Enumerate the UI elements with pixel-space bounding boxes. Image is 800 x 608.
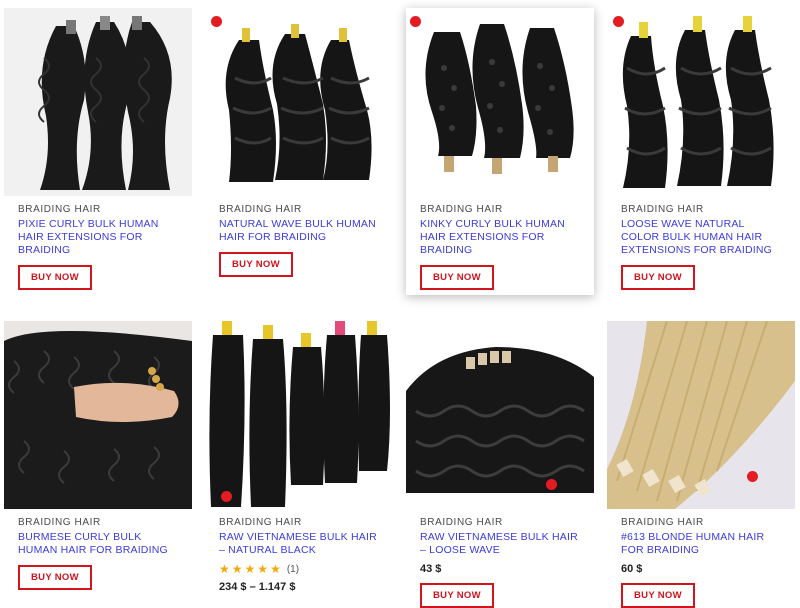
product-image[interactable] [607, 321, 795, 509]
product-card: BRAIDING HAIR BURMESE CURLY BULK HUMAN H… [4, 321, 192, 590]
product-image[interactable] [205, 321, 393, 509]
star-icon: ★ [270, 562, 281, 576]
product-image[interactable] [4, 8, 192, 196]
brand-logo-icon [211, 16, 222, 27]
buy-now-button[interactable]: BUY NOW [621, 265, 695, 290]
product-title-link[interactable]: BURMESE CURLY BULK HUMAN HAIR FOR BRAIDI… [18, 531, 178, 557]
product-image[interactable] [406, 8, 594, 196]
star-icon: ★ [219, 562, 230, 576]
product-category: BRAIDING HAIR [621, 204, 704, 215]
product-card: BRAIDING HAIR RAW VIETNAMESE BULK HAIR –… [406, 321, 594, 608]
product-card: BRAIDING HAIR LOOSE WAVE NATURAL COLOR B… [607, 8, 795, 290]
brand-logo-icon [747, 471, 758, 482]
product-category: BRAIDING HAIR [18, 204, 101, 215]
product-grid: BRAIDING HAIR PIXIE CURLY BULK HUMAN HAI… [0, 0, 800, 608]
star-icon: ★ [244, 562, 256, 576]
product-category: BRAIDING HAIR [420, 517, 503, 528]
product-price: 234 $ – 1.147 $ [219, 581, 296, 593]
buy-now-button[interactable]: BUY NOW [219, 252, 293, 277]
buy-now-button[interactable]: BUY NOW [18, 565, 92, 590]
star-icon: ★ [257, 562, 269, 576]
product-category: BRAIDING HAIR [219, 204, 302, 215]
product-category: BRAIDING HAIR [420, 204, 503, 215]
brand-logo-icon [410, 16, 421, 27]
product-card: BRAIDING HAIR KINKY CURLY BULK HUMAN HAI… [406, 8, 594, 295]
brand-logo-icon [546, 479, 557, 490]
product-category: BRAIDING HAIR [621, 517, 704, 528]
brand-logo-icon [613, 16, 624, 27]
product-image[interactable] [607, 8, 795, 196]
buy-now-button[interactable]: BUY NOW [420, 265, 494, 290]
product-title-link[interactable]: RAW VIETNAMESE BULK HAIR – LOOSE WAVE [420, 531, 580, 557]
product-category: BRAIDING HAIR [18, 517, 101, 528]
brand-logo-icon [221, 491, 232, 502]
product-title-link[interactable]: NATURAL WAVE BULK HUMAN HAIR FOR BRAIDIN… [219, 218, 379, 244]
product-title-link[interactable]: PIXIE CURLY BULK HUMAN HAIR EXTENSIONS F… [18, 218, 178, 257]
product-image[interactable] [4, 321, 192, 509]
product-title-link[interactable]: RAW VIETNAMESE BULK HAIR – NATURAL BLACK [219, 531, 379, 557]
product-title-link[interactable]: #613 BLONDE HUMAN HAIR FOR BRAIDING [621, 531, 781, 557]
buy-now-button[interactable]: BUY NOW [621, 583, 695, 608]
product-card: BRAIDING HAIR RAW VIETNAMESE BULK HAIR –… [205, 321, 393, 593]
buy-now-button[interactable]: BUY NOW [18, 265, 92, 290]
buy-now-button[interactable]: BUY NOW [420, 583, 494, 608]
product-card: BRAIDING HAIR PIXIE CURLY BULK HUMAN HAI… [4, 8, 192, 290]
product-card: BRAIDING HAIR NATURAL WAVE BULK HUMAN HA… [205, 8, 393, 277]
product-title-link[interactable]: KINKY CURLY BULK HUMAN HAIR EXTENSIONS F… [420, 218, 580, 257]
product-image[interactable] [406, 321, 594, 509]
rating-stars: ★ ★ ★ ★ ★ (1) [219, 563, 379, 575]
product-image[interactable] [205, 8, 393, 196]
product-price: 60 $ [621, 563, 643, 575]
rating-count: (1) [286, 563, 300, 575]
product-title-link[interactable]: LOOSE WAVE NATURAL COLOR BULK HUMAN HAIR… [621, 218, 781, 257]
product-card: BRAIDING HAIR #613 BLONDE HUMAN HAIR FOR… [607, 321, 795, 608]
product-category: BRAIDING HAIR [219, 517, 302, 528]
product-price: 43 $ [420, 563, 442, 575]
star-icon: ★ [231, 562, 243, 576]
